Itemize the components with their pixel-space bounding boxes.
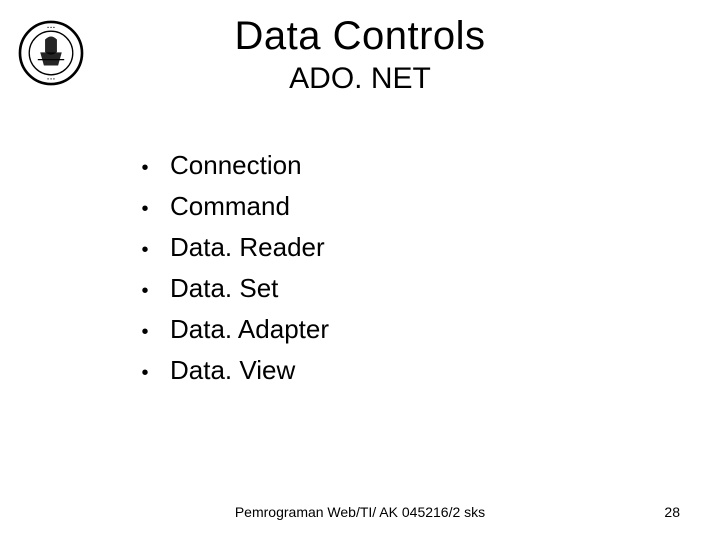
footer-text: Pemrograman Web/TI/ AK 045216/2 sks (0, 504, 720, 520)
bullet-text: Data. Set (170, 273, 278, 304)
list-item: • Command (120, 191, 329, 222)
bullet-text: Data. View (170, 355, 295, 386)
bullet-dot-icon: • (120, 362, 170, 385)
list-item: • Connection (120, 150, 329, 181)
bullet-dot-icon: • (120, 321, 170, 344)
slide-title: Data Controls (0, 14, 720, 59)
bullet-dot-icon: • (120, 280, 170, 303)
slide-subtitle: ADO. NET (0, 62, 720, 96)
page-number: 28 (664, 504, 680, 520)
bullet-list: • Connection • Command • Data. Reader • … (120, 150, 329, 396)
bullet-text: Data. Reader (170, 232, 325, 263)
list-item: • Data. View (120, 355, 329, 386)
bullet-dot-icon: • (120, 198, 170, 221)
bullet-dot-icon: • (120, 157, 170, 180)
list-item: • Data. Adapter (120, 314, 329, 345)
bullet-text: Connection (170, 150, 302, 181)
bullet-text: Data. Adapter (170, 314, 329, 345)
list-item: • Data. Set (120, 273, 329, 304)
slide: • • • • • • Data Controls ADO. NET • Con… (0, 0, 720, 540)
bullet-dot-icon: • (120, 239, 170, 262)
bullet-text: Command (170, 191, 290, 222)
list-item: • Data. Reader (120, 232, 329, 263)
